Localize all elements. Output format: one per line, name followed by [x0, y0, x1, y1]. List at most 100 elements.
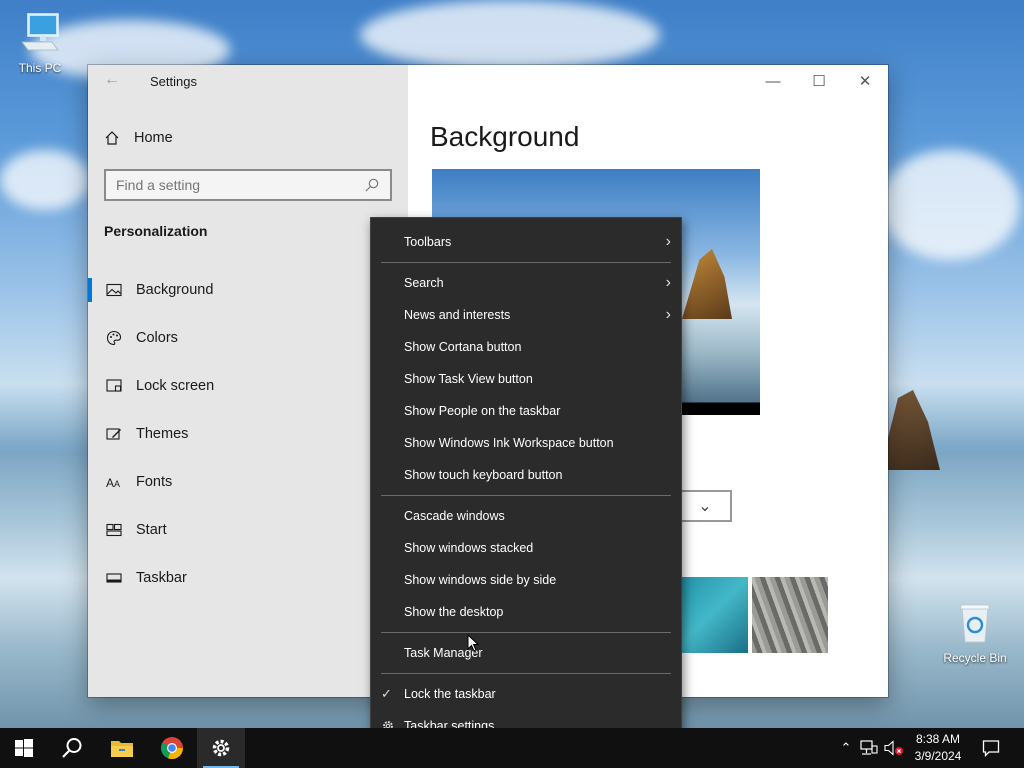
taskbar-search-button[interactable]	[48, 728, 96, 768]
desktop-icon-this-pc[interactable]: This PC	[0, 12, 80, 75]
chrome-icon	[160, 737, 184, 760]
menu-item-label: Show windows stacked	[404, 541, 534, 555]
nav-item-label: Fonts	[136, 474, 173, 490]
network-icon[interactable]	[860, 740, 878, 756]
menu-item-show-the-desktop[interactable]: Show the desktop	[371, 596, 681, 628]
close-icon: ✕	[858, 73, 872, 90]
svg-text:A: A	[114, 479, 120, 489]
taskbar-icon	[106, 573, 122, 583]
nav-item-fonts[interactable]: A A Fonts	[88, 458, 408, 506]
menu-item-label: News and interests	[404, 308, 511, 322]
menu-item-label: Show Cortana button	[404, 340, 522, 354]
chevron-right-icon: ›	[665, 233, 671, 250]
menu-item-show-task-view-button[interactable]: Show Task View button	[371, 363, 681, 395]
desktop-icon-label: Recycle Bin	[943, 651, 1007, 665]
nav-item-label: Lock screen	[136, 378, 215, 394]
clock-time: 8:38 AM	[915, 732, 961, 746]
notification-icon	[982, 740, 1000, 757]
picture-thumbnail[interactable]	[752, 577, 828, 653]
windows-logo-icon	[15, 739, 33, 757]
start-button[interactable]	[0, 728, 48, 768]
chrome-button[interactable]	[148, 728, 196, 768]
system-tray: ⌃	[836, 728, 904, 768]
maximize-icon: ☐	[812, 73, 826, 90]
desktop-cloud	[0, 150, 90, 210]
chevron-down-icon: ⌄	[698, 498, 712, 515]
search-icon	[62, 738, 82, 758]
background-type-dropdown[interactable]: ⌄	[680, 490, 732, 522]
svg-text:A: A	[106, 476, 114, 490]
menu-separator	[381, 495, 671, 496]
file-explorer-button[interactable]	[98, 728, 146, 768]
nav-item-background[interactable]: Background	[88, 266, 408, 314]
menu-item-label: Show touch keyboard button	[404, 468, 563, 482]
minimize-button[interactable]: —	[750, 65, 796, 97]
nav-item-themes[interactable]: Themes	[88, 410, 408, 458]
clock-date: 3/9/2024	[914, 749, 962, 763]
search-icon	[365, 178, 379, 192]
action-center-button[interactable]	[968, 728, 1014, 768]
menu-item-label: Cascade windows	[404, 509, 505, 523]
nav-item-lock-screen[interactable]: Lock screen	[88, 362, 408, 410]
menu-item-show-windows-side-by-side[interactable]: Show windows side by side	[371, 564, 681, 596]
settings-sidebar: ← Settings Home Personalization Backgrou	[88, 65, 408, 697]
close-button[interactable]: ✕	[842, 65, 888, 97]
menu-item-toolbars[interactable]: Toolbars ›	[371, 226, 681, 258]
menu-item-show-ink-workspace[interactable]: Show Windows Ink Workspace button	[371, 427, 681, 459]
chevron-up-icon[interactable]: ⌃	[836, 740, 856, 756]
menu-item-show-cortana-button[interactable]: Show Cortana button	[371, 331, 681, 363]
menu-item-search[interactable]: Search ›	[371, 267, 681, 299]
menu-item-show-people[interactable]: Show People on the taskbar	[371, 395, 681, 427]
nav-item-start[interactable]: Start	[88, 506, 408, 554]
taskbar-clock[interactable]: 8:38 AM 3/9/2024	[906, 731, 970, 765]
preview-rock	[682, 249, 732, 319]
themes-brush-icon	[106, 428, 121, 440]
menu-item-label: Search	[404, 276, 444, 290]
home-link[interactable]: Home	[104, 127, 173, 149]
home-label: Home	[134, 130, 173, 146]
taskbar: ⌃ 8:38 AM 3/9/2024	[0, 728, 1024, 768]
gear-icon	[212, 739, 230, 757]
desktop-icon-recycle-bin[interactable]: Recycle Bin	[935, 602, 1015, 665]
search-input[interactable]	[116, 177, 364, 193]
taskbar-context-menu: Toolbars › Search › News and interests ›…	[370, 217, 682, 749]
desktop-icon-label: This PC	[18, 61, 62, 75]
menu-item-show-touch-keyboard[interactable]: Show touch keyboard button	[371, 459, 681, 491]
window-controls: — ☐ ✕	[750, 65, 888, 97]
nav-item-label: Taskbar	[136, 570, 187, 586]
desktop-rock	[880, 390, 940, 470]
menu-item-show-windows-stacked[interactable]: Show windows stacked	[371, 532, 681, 564]
settings-app-button[interactable]	[197, 728, 245, 768]
lock-screen-icon	[106, 379, 122, 392]
menu-separator	[381, 262, 671, 263]
picture-thumbnail[interactable]	[672, 577, 748, 653]
section-title: Personalization	[104, 223, 208, 239]
start-layout-icon	[106, 523, 122, 537]
menu-item-news-and-interests[interactable]: News and interests ›	[371, 299, 681, 331]
menu-item-cascade-windows[interactable]: Cascade windows	[371, 500, 681, 532]
maximize-button[interactable]: ☐	[796, 65, 842, 97]
page-title: Background	[430, 121, 580, 152]
desktop-cloud	[360, 0, 660, 70]
menu-item-task-manager[interactable]: Task Manager	[371, 637, 681, 669]
palette-icon	[106, 330, 122, 346]
nav-item-label: Themes	[136, 426, 189, 442]
nav-item-colors[interactable]: Colors	[88, 314, 408, 362]
menu-item-label: Lock the taskbar	[404, 687, 496, 701]
back-arrow-icon[interactable]: ←	[104, 71, 120, 89]
chevron-right-icon: ›	[665, 274, 671, 291]
menu-item-label: Toolbars	[404, 235, 452, 249]
desktop-cloud	[880, 150, 1020, 260]
volume-muted-icon[interactable]	[884, 740, 904, 756]
computer-icon	[21, 13, 59, 51]
image-icon	[106, 283, 122, 297]
mouse-cursor-icon	[467, 634, 479, 652]
menu-item-lock-the-taskbar[interactable]: ✓ Lock the taskbar	[371, 678, 681, 710]
minimize-icon: —	[765, 72, 781, 90]
nav-item-taskbar[interactable]: Taskbar	[88, 554, 408, 602]
menu-item-label: Show Windows Ink Workspace button	[404, 436, 614, 450]
menu-item-label: Show Task View button	[404, 372, 533, 386]
personalization-nav: Background Colors Lock screen Themes A A…	[88, 266, 408, 602]
nav-item-label: Start	[136, 522, 167, 538]
find-setting-search-box[interactable]	[104, 169, 392, 201]
